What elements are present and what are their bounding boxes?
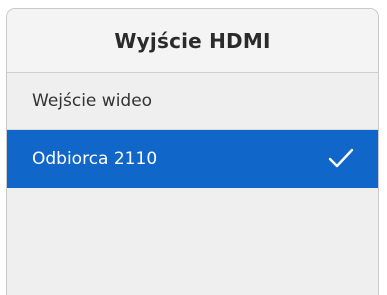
empty-list-area — [7, 188, 378, 288]
option-2110-receiver[interactable]: Odbiorca 2110 — [7, 130, 378, 188]
hdmi-output-menu: Wyjście HDMI Wejście wideo Odbiorca 2110 — [6, 8, 379, 295]
option-video-input[interactable]: Wejście wideo — [7, 73, 378, 130]
menu-header: Wyjście HDMI — [7, 9, 378, 73]
menu-title: Wyjście HDMI — [114, 28, 271, 53]
option-label: Odbiorca 2110 — [32, 149, 158, 169]
option-label: Wejście wideo — [32, 91, 153, 111]
checkmark-icon — [328, 148, 354, 170]
